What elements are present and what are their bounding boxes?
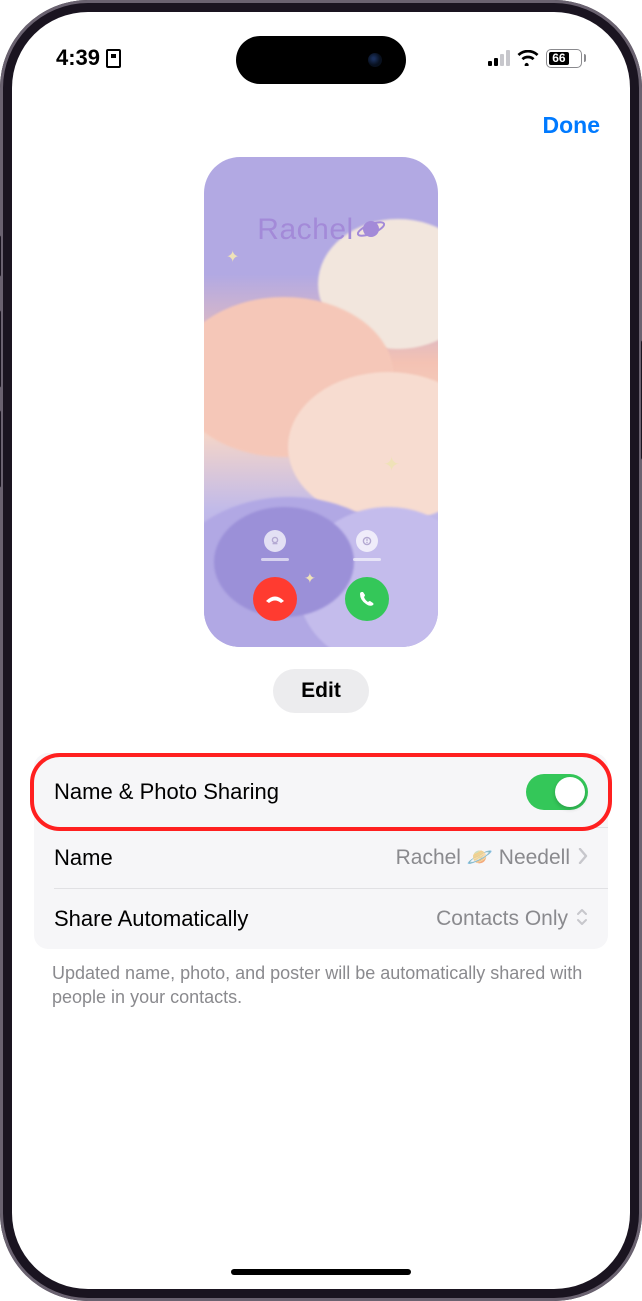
sim-icon	[106, 49, 121, 68]
navbar: Done	[12, 108, 630, 147]
battery-pct: 66	[549, 52, 569, 65]
sharing-toggle[interactable]	[526, 774, 588, 810]
accept-call-icon	[345, 577, 389, 621]
home-indicator[interactable]	[231, 1269, 411, 1275]
footer-description: Updated name, photo, and poster will be …	[52, 961, 590, 1010]
name-photo-sharing-row[interactable]: Name & Photo Sharing	[30, 753, 612, 831]
cell-signal-icon	[488, 50, 510, 66]
chevron-right-icon	[578, 846, 588, 870]
share-automatically-row[interactable]: Share Automatically Contacts Only	[34, 889, 608, 949]
call-ui-preview	[204, 530, 438, 621]
status-time: 4:39	[56, 45, 100, 71]
settings-list: Name & Photo Sharing Name Rachel 🪐 Neede…	[34, 753, 608, 949]
share-row-label: Share Automatically	[54, 906, 248, 932]
planet-icon	[357, 215, 385, 243]
contact-poster-preview[interactable]: ✦✦✦ Rachel	[204, 157, 438, 647]
name-row[interactable]: Name Rachel 🪐 Needell	[34, 828, 608, 888]
edit-button[interactable]: Edit	[273, 669, 369, 713]
battery-icon: 66	[546, 49, 586, 68]
dynamic-island	[236, 36, 406, 84]
remind-me-icon	[264, 530, 286, 552]
decline-call-icon	[253, 577, 297, 621]
screen: 4:39 66 Done	[12, 12, 630, 1289]
done-button[interactable]: Done	[543, 112, 601, 139]
volume-down-button	[0, 410, 1, 488]
poster-name-label: Rachel	[204, 213, 438, 247]
volume-up-button	[0, 310, 1, 388]
ring-switch	[0, 235, 1, 277]
name-row-label: Name	[54, 845, 113, 871]
name-row-value: Rachel 🪐 Needell	[396, 846, 570, 870]
up-down-chevron-icon	[576, 907, 588, 932]
wifi-icon	[517, 50, 539, 66]
message-icon	[356, 530, 378, 552]
iphone-frame: 4:39 66 Done	[0, 0, 642, 1301]
share-row-value: Contacts Only	[436, 907, 568, 931]
sharing-label: Name & Photo Sharing	[54, 779, 279, 805]
